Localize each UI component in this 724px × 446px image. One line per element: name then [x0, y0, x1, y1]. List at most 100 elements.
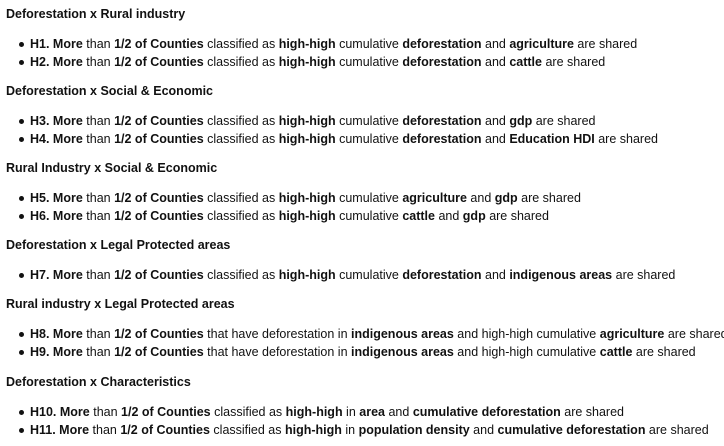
text: are shared — [632, 345, 696, 359]
bold-text: H2. More — [30, 55, 83, 69]
bold-text: high-high — [278, 132, 336, 146]
hypothesis-list: H1. More than 1/2 of Counties classified… — [6, 35, 637, 71]
text: cumulative — [335, 37, 403, 51]
bold-text: 1/2 of Counties — [120, 423, 210, 437]
bold-text: cattle — [509, 55, 542, 69]
bold-text: 1/2 of Counties — [114, 327, 204, 341]
section-title: Deforestation x Characteristics — [6, 375, 191, 389]
bold-text: H9. More — [30, 345, 83, 359]
bold-text: H11. More — [30, 423, 90, 437]
text: classified as — [203, 55, 279, 69]
hypothesis-item: H1. More than 1/2 of Counties classified… — [18, 35, 637, 53]
bold-text: H7. More — [30, 268, 83, 282]
text: are shared — [517, 191, 581, 205]
text: than — [82, 327, 115, 341]
bold-text: 1/2 of Counties — [114, 55, 204, 69]
bold-text: deforestation — [402, 37, 482, 51]
bold-text: population density — [358, 423, 470, 437]
bold-text: H8. More — [30, 327, 83, 341]
text: are shared — [594, 132, 658, 146]
bold-text: cumulative deforestation — [412, 405, 561, 419]
bold-text: H6. More — [30, 209, 83, 223]
bold-text: H10. More — [30, 405, 90, 419]
bold-text: agriculture — [509, 37, 574, 51]
hypothesis-item: H5. More than 1/2 of Counties classified… — [19, 189, 581, 207]
section-deforestation-characteristics: Deforestation x Characteristics H10. Mor… — [6, 374, 709, 439]
hypothesis-item: H2. More than 1/2 of Counties classified… — [18, 53, 637, 71]
text: than — [82, 114, 115, 128]
bold-text: cumulative deforestation — [497, 423, 646, 437]
hypothesis-list: H7. More than 1/2 of Counties classified… — [6, 266, 675, 284]
text: than — [82, 132, 115, 146]
bold-text: 1/2 of Counties — [114, 37, 204, 51]
text: in — [342, 405, 360, 419]
text: and — [434, 209, 463, 223]
text: classified as — [203, 114, 279, 128]
bold-text: H4. More — [30, 132, 83, 146]
bold-text: high-high — [285, 405, 343, 419]
text: and high-high cumulative — [453, 345, 600, 359]
text: and — [481, 55, 510, 69]
bold-text: 1/2 of Counties — [114, 209, 204, 223]
bold-text: indigenous areas — [351, 345, 454, 359]
text: classified as — [203, 37, 279, 51]
text: classified as — [203, 191, 279, 205]
bold-text: 1/2 of Counties — [114, 114, 204, 128]
hypothesis-item: H8. More than 1/2 of Counties that have … — [19, 325, 724, 343]
bold-text: high-high — [278, 209, 336, 223]
bold-text: high-high — [278, 191, 336, 205]
text: are shared — [532, 114, 596, 128]
bold-text: deforestation — [402, 114, 482, 128]
bold-text: deforestation — [402, 268, 482, 282]
bold-text: 1/2 of Counties — [121, 405, 211, 419]
bold-text: agriculture — [402, 191, 467, 205]
bold-text: H1. More — [30, 37, 83, 51]
bold-text: H3. More — [30, 114, 83, 128]
section-rural-industry-legal-protected-areas: Rural industry x Legal Protected areas H… — [6, 296, 724, 361]
text: are shared — [612, 268, 676, 282]
bold-text: 1/2 of Counties — [114, 191, 204, 205]
bold-text: gdp — [494, 191, 518, 205]
hypothesis-list: H3. More than 1/2 of Counties classified… — [6, 112, 658, 148]
text: are shared — [560, 405, 624, 419]
bold-text: cattle — [402, 209, 435, 223]
text: and high-high cumulative — [453, 327, 600, 341]
bold-text: high-high — [278, 37, 336, 51]
bold-text: high-high — [278, 268, 336, 282]
section-deforestation-legal-protected-areas: Deforestation x Legal Protected areas H7… — [6, 237, 675, 284]
hypothesis-item: H9. More than 1/2 of Counties that have … — [19, 343, 724, 361]
hypothesis-list: H8. More than 1/2 of Counties that have … — [6, 325, 724, 361]
bold-text: deforestation — [402, 55, 482, 69]
text: cumulative — [335, 268, 403, 282]
text: and — [469, 423, 498, 437]
hypothesis-item: H3. More than 1/2 of Counties classified… — [19, 112, 658, 130]
bold-text: gdp — [462, 209, 486, 223]
bold-text: Education HDI — [509, 132, 595, 146]
section-rural-industry-social-economic: Rural Industry x Social & Economic H5. M… — [6, 160, 581, 225]
text: cumulative — [335, 191, 403, 205]
bold-text: indigenous areas — [351, 327, 454, 341]
text: than — [89, 405, 122, 419]
section-deforestation-rural-industry: Deforestation x Rural industry H1. More … — [6, 6, 637, 71]
text: than — [82, 191, 115, 205]
text: cumulative — [335, 55, 403, 69]
text: cumulative — [335, 209, 403, 223]
section-title: Rural industry x Legal Protected areas — [6, 297, 235, 311]
hypothesis-list: H5. More than 1/2 of Counties classified… — [6, 189, 581, 225]
bold-text: area — [359, 405, 385, 419]
text: than — [82, 345, 115, 359]
text: than — [82, 268, 115, 282]
text: and — [466, 191, 495, 205]
bold-text: high-high — [278, 114, 336, 128]
text: and — [385, 405, 413, 419]
text: classified as — [210, 405, 286, 419]
text: classified as — [209, 423, 285, 437]
text: and — [481, 37, 510, 51]
text: classified as — [203, 132, 279, 146]
text: cumulative — [335, 132, 403, 146]
bold-text: 1/2 of Counties — [114, 132, 204, 146]
text: than — [82, 37, 115, 51]
text: classified as — [203, 209, 279, 223]
text: are shared — [485, 209, 549, 223]
hypothesis-item: H11. More than 1/2 of Counties classifie… — [19, 421, 709, 439]
